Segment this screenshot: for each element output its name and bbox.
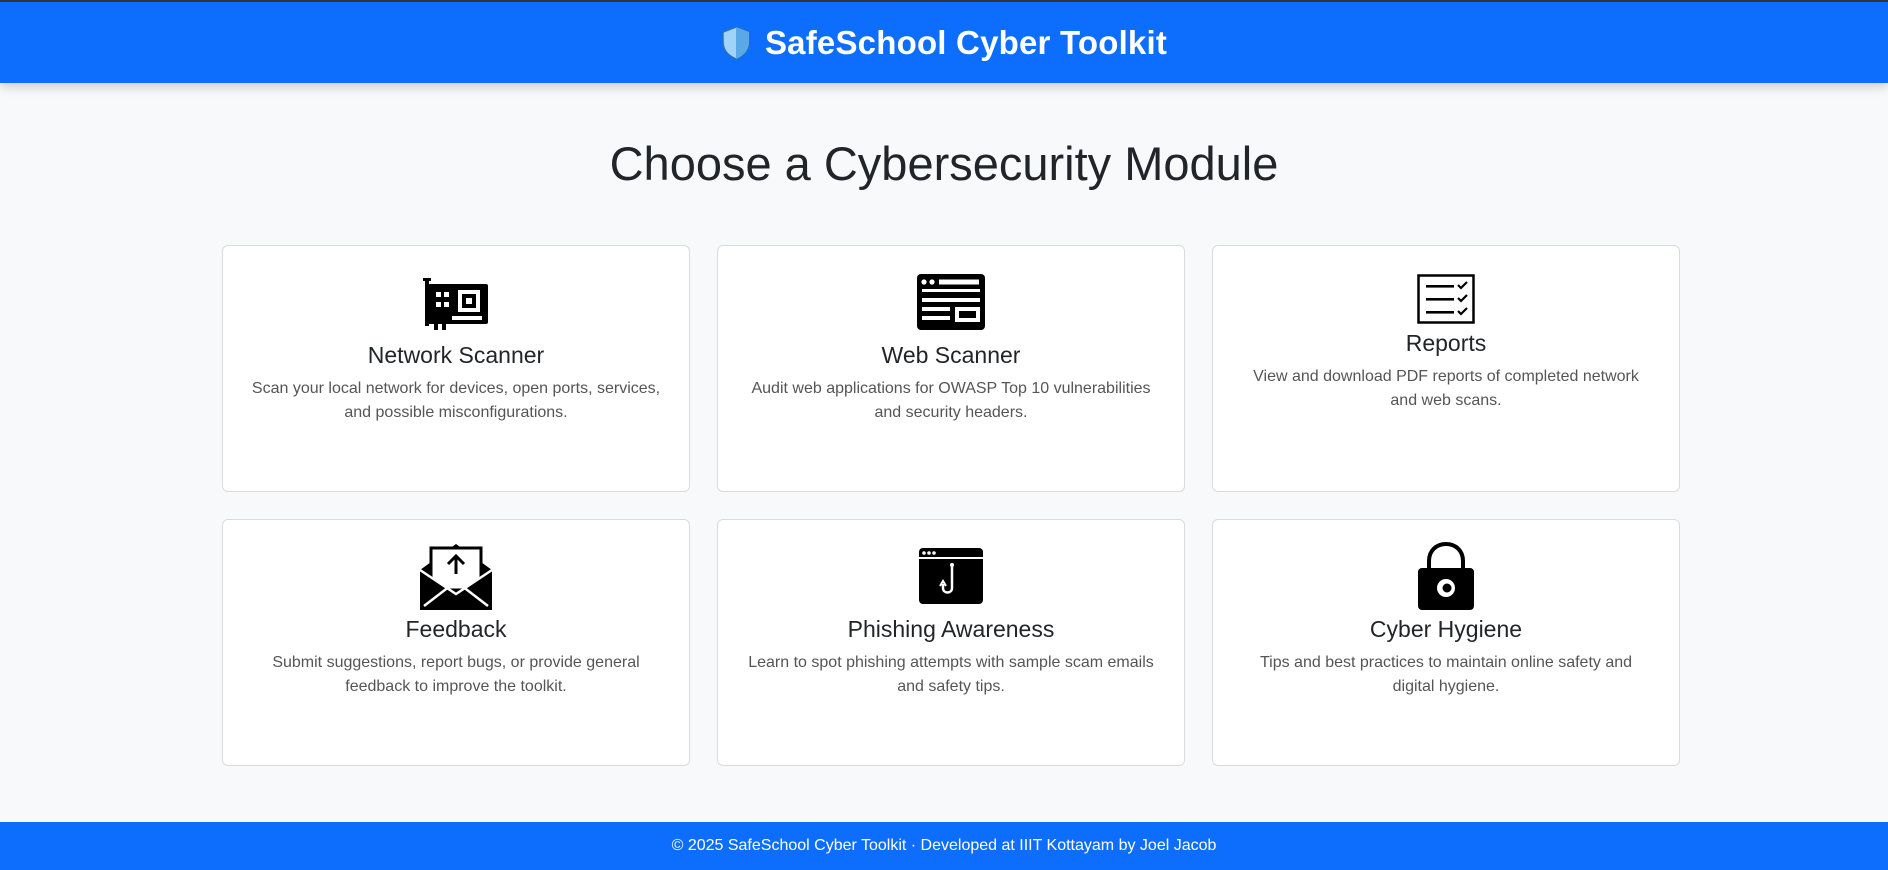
browser-window-icon (917, 272, 985, 332)
page-heading: Choose a Cybersecurity Module (609, 137, 1279, 190)
card-title: Web Scanner (881, 342, 1021, 368)
card-title: Network Scanner (367, 342, 545, 368)
module-card-reports[interactable]: Reports View and download PDF reports of… (1212, 245, 1680, 492)
footer-text: © 2025 SafeSchool Cyber Toolkit · Develo… (671, 837, 1217, 854)
module-card-phishing-awareness[interactable]: Phishing Awareness Learn to spot phishin… (717, 519, 1185, 766)
module-card-cyber-hygiene[interactable]: Cyber Hygiene Tips and best practices to… (1212, 519, 1680, 766)
network-card-icon (422, 272, 490, 332)
envelope-upload-icon (418, 544, 494, 610)
module-card-feedback[interactable]: Feedback Submit suggestions, report bugs… (222, 519, 690, 766)
card-title: Feedback (405, 616, 507, 642)
card-description: Tips and best practices to maintain onli… (1259, 654, 1633, 695)
card-title: Cyber Hygiene (1369, 616, 1523, 642)
card-title: Phishing Awareness (847, 616, 1055, 642)
card-description: Scan your local network for devices, ope… (251, 380, 661, 421)
checklist-icon (1417, 274, 1475, 324)
shield-icon (721, 25, 751, 60)
footer: © 2025 SafeSchool Cyber Toolkit · Develo… (0, 822, 1888, 870)
card-description: Learn to spot phishing attempts with sam… (748, 654, 1154, 695)
padlock-icon (1417, 542, 1475, 610)
top-navbar: SafeSchool Cyber Toolkit (0, 0, 1888, 83)
app-title: SafeSchool Cyber Toolkit (764, 23, 1168, 61)
module-grid: Network Scanner Scan your local network … (222, 245, 1680, 766)
module-card-web-scanner[interactable]: Web Scanner Audit web applications for O… (717, 245, 1185, 492)
brand[interactable]: SafeSchool Cyber Toolkit (721, 24, 1167, 62)
phishing-hook-icon (919, 546, 983, 606)
card-description: Audit web applications for OWASP Top 10 … (751, 380, 1151, 421)
module-card-network-scanner[interactable]: Network Scanner Scan your local network … (222, 245, 690, 492)
card-title: Reports (1405, 330, 1487, 356)
card-description: View and download PDF reports of complet… (1253, 368, 1639, 409)
card-description: Submit suggestions, report bugs, or prov… (272, 654, 640, 695)
